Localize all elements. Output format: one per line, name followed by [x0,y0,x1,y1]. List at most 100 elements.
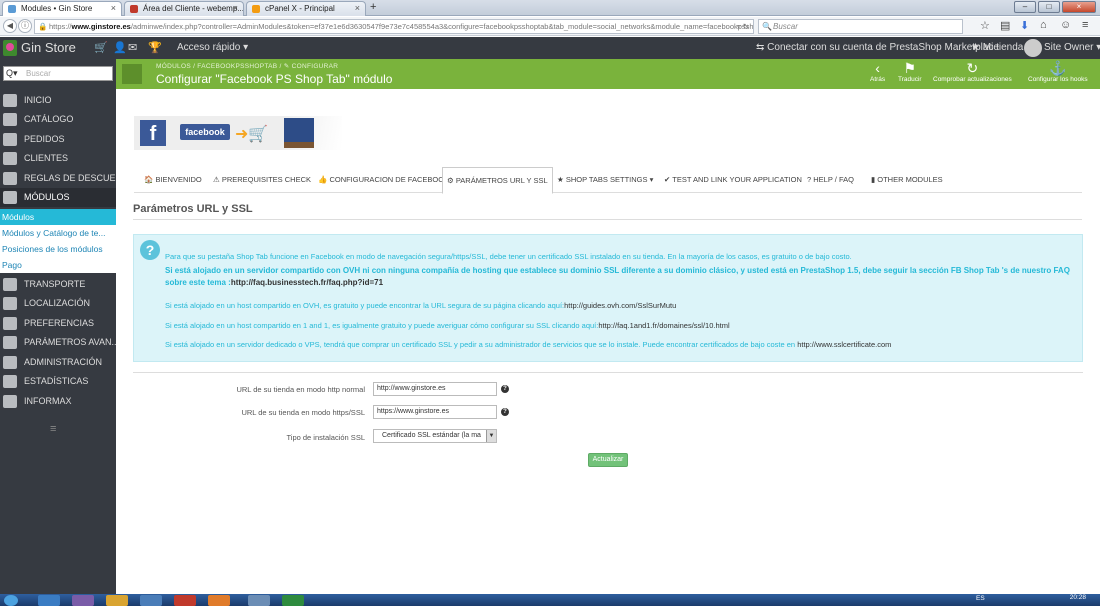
firefox-icon[interactable] [208,595,230,606]
1and1-link[interactable]: http://faq.1and1.fr/domaines/ssl/10.html [598,321,729,330]
language-indicator[interactable]: ES [976,595,985,602]
sslcertificate-link[interactable]: http://www.sslcertificate.com [797,340,891,349]
https-url-input[interactable]: https://www.ginstore.es [373,405,497,419]
folder-icon[interactable] [106,595,128,606]
browser-tab-title: Modules • Gin Store [21,4,93,13]
faq-link[interactable]: http://faq.businesstech.fr/faq.php?id=71 [231,278,383,287]
sidebar-item-modulos[interactable]: Módulos [0,188,116,207]
minimize-button[interactable]: – [1014,1,1036,13]
clock[interactable]: 20:28 [1070,594,1086,601]
sidebar-item-label: Clientes [24,153,69,163]
sidebar-item-label: Administración [24,357,103,367]
sidebar-item-localizacion[interactable]: Localización [0,294,116,313]
search-icon[interactable]: Q▾ [6,67,18,80]
cart-icon[interactable]: 🛒 [94,41,108,54]
my-shop-link[interactable]: ★ Mi tienda [971,42,1023,53]
ie-icon[interactable] [38,595,60,606]
trophy-icon[interactable]: 🏆 [148,41,162,54]
anchor-icon: ⚓ [1049,60,1067,76]
ovh-link[interactable]: http://guides.ovh.com/SslSurMutu [564,301,676,310]
breadcrumb-module[interactable]: FACEBOOKPSSHOPTAB [197,63,277,70]
sidebar-item-parametros[interactable]: Parámetros avan... [0,333,116,352]
bar-chart-icon [3,375,17,388]
mail-icon[interactable]: ✉ [128,41,137,54]
sidebar-item-clientes[interactable]: Clientes [0,149,116,168]
sidebar-item-administracion[interactable]: Administración [0,353,116,372]
browser-tab-cpanel[interactable]: cPanel X - Principal × [246,1,366,16]
alert-line-4-text: Si está alojado en un host compartido en… [165,321,599,330]
sidebar-subitem-catalogo-temas[interactable]: Módulos y Catálogo de te... [0,225,116,241]
sidebar-item-informax[interactable]: Informax [0,392,116,411]
back-button[interactable]: ‹ Atrás [870,61,885,84]
configure-hooks-button[interactable]: ⚓ Configurar los hooks [1028,60,1088,84]
owner-menu[interactable]: Site Owner ▾ [1044,42,1100,53]
tab-facebook-config[interactable]: 👍 CONFIGURACION DE FACEBOOK [314,167,453,193]
breadcrumb-modulos[interactable]: MÓDULOS [156,63,191,70]
app-icon[interactable] [72,595,94,606]
tab-label: BIENVENIDO [155,175,202,184]
sidebar-item-transporte[interactable]: Transporte [0,275,116,294]
chevron-down-icon[interactable]: ▼ [486,430,496,442]
sidebar-subitem-posiciones[interactable]: Posiciones de los módulos [0,241,116,257]
chat-icon[interactable]: ☺ [1060,19,1071,31]
sidebar-item-catalogo[interactable]: Catálogo [0,110,116,129]
section-title: Parámetros URL y SSL [133,203,253,215]
sidebar-item-inicio[interactable]: Inicio [0,91,116,110]
close-tab-icon[interactable]: × [111,2,116,15]
tab-help-faq[interactable]: ? HELP / FAQ [803,167,858,193]
close-tab-icon[interactable]: × [233,2,238,15]
sidebar-search-input[interactable]: Q▾ Buscar [3,66,113,81]
tab-shop-tabs-settings[interactable]: ★ SHOP TABS SETTINGS ▾ [553,167,657,193]
reload-icon[interactable]: ▿ ↻ [737,20,749,33]
app-icon[interactable] [140,595,162,606]
avatar[interactable] [1024,39,1042,57]
star-icon[interactable]: ☆ [980,19,990,32]
shop-name[interactable]: Gin Store [21,40,76,55]
http-url-input[interactable]: http://www.ginstore.es [373,382,497,396]
menu-icon[interactable]: ≡ [1082,19,1088,31]
translate-button[interactable]: ⚑ Traducir [898,61,922,84]
maximize-button[interactable]: □ [1038,1,1060,13]
collapse-sidebar-icon[interactable]: ≡ [50,423,56,435]
close-tab-icon[interactable]: × [355,2,360,15]
close-window-button[interactable]: × [1062,1,1096,13]
marketplace-link[interactable]: ⇆ Conectar con su cuenta de PrestaShop M… [756,42,999,53]
app-icon[interactable] [248,595,270,606]
tab-prerequisites[interactable]: ⚠ PREREQUISITES CHECK [209,167,315,193]
tab-other-modules[interactable]: ▮ OTHER MODULES [867,167,947,193]
prestashop-logo-icon[interactable] [3,40,17,56]
tab-url-ssl[interactable]: ⚙ PARÁMETROS URL Y SSL [442,167,553,194]
page-title: Configurar "Facebook PS Shop Tab" módulo [156,72,393,86]
ssl-type-select[interactable]: Certificado SSL estándar (la ma ▼ [373,429,497,443]
sidebar-subitem-modulos[interactable]: Módulos [0,209,116,225]
tab-bienvenido[interactable]: 🏠 BIENVENIDO [140,167,206,193]
sidebar-item-estadisticas[interactable]: Estadísticas [0,372,116,391]
sidebar-item-reglas[interactable]: Reglas de descue... [0,169,116,188]
help-icon[interactable]: ? [501,385,509,393]
download-icon[interactable]: ⬇ [1020,19,1029,32]
save-button[interactable]: Actualizar [588,453,628,467]
sidebar-item-pedidos[interactable]: Pedidos [0,130,116,149]
sidebar-item-preferencias[interactable]: Preferencias [0,314,116,333]
sidebar-subitem-pago[interactable]: Pago [0,257,116,273]
address-bar[interactable]: 🔒 https://www.ginstore.es/adminwe/index.p… [34,19,754,34]
excel-icon[interactable] [282,595,304,606]
browser-tab-area-cliente[interactable]: Área del Cliente - webemp... × [124,1,244,16]
quick-access-menu[interactable]: Acceso rápido ▾ [177,42,248,53]
identity-icon[interactable]: ⓘ [18,19,32,33]
browser-search-input[interactable]: 🔍 Buscar [758,19,963,34]
sidebar-item-label: Módulos [24,192,70,202]
refresh-icon: ↻ [966,60,979,76]
check-updates-button[interactable]: ↻ Comprobar actualizaciones [933,60,1012,84]
favicon-icon [252,5,260,13]
user-icon[interactable]: 👤 [113,41,127,54]
new-tab-button[interactable]: + [370,1,376,13]
help-icon[interactable]: ? [501,408,509,416]
start-button[interactable] [4,595,18,606]
home-icon[interactable]: ⌂ [1040,19,1047,31]
back-icon[interactable]: ◀ [3,19,17,33]
app-icon[interactable] [174,595,196,606]
browser-tab-modules[interactable]: Modules • Gin Store × [2,1,122,16]
clipboard-icon[interactable]: ▤ [1000,19,1010,32]
tab-test-link[interactable]: ✔ TEST AND LINK YOUR APPLICATION [660,167,806,193]
